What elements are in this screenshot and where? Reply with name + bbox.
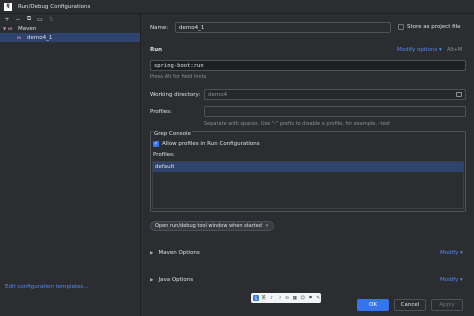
field-hint: Press Alt for field hints <box>150 74 207 80</box>
command-line-field[interactable]: spring-boot:run <box>150 60 466 71</box>
maven-icon: m <box>8 26 13 31</box>
modify-label: Modify <box>440 250 459 256</box>
config-sidebar: + − ⧉ ▭ ⇅ ▼ m Maven m demo4_1 Edit confi… <box>0 14 141 316</box>
sort-icon[interactable]: ⇅ <box>48 16 54 23</box>
tag-label: Open run/debug tool window when started <box>155 223 262 229</box>
edit-templates-link[interactable]: Edit configuration templates... <box>5 284 89 290</box>
folder-icon[interactable] <box>456 92 462 97</box>
profiles-field[interactable] <box>204 106 466 117</box>
tree-item-label: demo4_1 <box>27 34 53 41</box>
java-modify-link[interactable]: Modify ▾ <box>440 277 463 283</box>
add-icon[interactable]: + <box>4 16 10 23</box>
tree-item-demo4-1[interactable]: m demo4_1 <box>0 33 140 42</box>
app-icon: IJ <box>4 2 12 11</box>
tree-item-maven[interactable]: ▼ m Maven <box>0 24 140 33</box>
modify-options-label: Modify options <box>397 47 438 53</box>
name-label: Name: <box>150 25 169 31</box>
modify-options-link[interactable]: Modify options ▾ <box>397 47 442 53</box>
ime-emoji-icon[interactable]: ☺ <box>300 296 306 301</box>
ime-voice-icon[interactable]: ⊙ <box>284 296 290 301</box>
cancel-button[interactable]: Cancel <box>394 299 426 311</box>
ime-skin-icon[interactable]: ⚑ <box>307 296 313 301</box>
maven-modify-link[interactable]: Modify ▾ <box>440 250 463 256</box>
java-options-label: Java Options <box>158 277 194 283</box>
chevron-right-icon: ▶ <box>150 250 154 256</box>
chevron-down-icon: ▾ <box>459 277 463 283</box>
ok-button[interactable]: OK <box>357 299 389 311</box>
window-title: Run/Debug Configurations <box>18 3 91 10</box>
profiles-hint: Separate with spaces. Use "-" prefix to … <box>204 121 390 127</box>
title-bar: IJ Run/Debug Configurations <box>0 0 474 14</box>
store-label: Store as project file <box>407 24 461 30</box>
move-into-folder-icon[interactable]: ▭ <box>37 16 43 23</box>
allow-profiles-checkbox[interactable]: ✓ Allow profiles in Run Configurations <box>153 141 260 147</box>
maven-icon: m <box>17 35 22 40</box>
run-window-option-tag[interactable]: Open run/debug tool window when started … <box>150 221 274 231</box>
ime-lang-icon[interactable]: 英 <box>261 295 267 301</box>
ime-logo-icon[interactable]: S <box>253 295 259 301</box>
working-dir-value: demo4 <box>208 91 228 98</box>
working-dir-field[interactable]: demo4 <box>204 89 466 100</box>
name-field[interactable]: demo4_1 <box>175 22 391 33</box>
chevron-down-icon: ▾ <box>459 250 463 256</box>
remove-icon[interactable]: − <box>15 16 21 23</box>
check-icon: ✓ <box>153 141 159 147</box>
ime-toolbar: S 英 ♪ ☽ ⊙ ▦ ☺ ⚑ ✎ <box>251 293 321 303</box>
allow-profiles-label: Allow profiles in Run Configurations <box>162 141 260 147</box>
grep-console-group: Grep Console ✓ Allow profiles in Run Con… <box>150 131 466 212</box>
sidebar-toolbar: + − ⧉ ▭ ⇅ <box>0 14 140 24</box>
chevron-right-icon: ▶ <box>150 277 154 283</box>
modify-label: Modify <box>440 277 459 283</box>
grep-console-title: Grep Console <box>153 131 192 137</box>
tree-item-label: Maven <box>18 25 37 32</box>
profiles-label: Profiles: <box>150 109 172 115</box>
grep-profiles-label: Profiles: <box>153 152 175 158</box>
chevron-down-icon: ▾ <box>438 47 442 53</box>
copy-icon[interactable]: ⧉ <box>26 15 32 22</box>
maven-options-toggle[interactable]: ▶ Maven Options <box>150 250 200 256</box>
ime-moon-icon[interactable]: ☽ <box>276 296 282 301</box>
close-icon[interactable]: ✕ <box>265 224 269 229</box>
modify-shortcut: Alt+M <box>447 47 463 53</box>
ime-tools-icon[interactable]: ✎ <box>315 296 321 301</box>
apply-button[interactable]: Apply <box>431 299 463 311</box>
working-dir-label: Working directory: <box>150 92 201 98</box>
maven-options-label: Maven Options <box>158 250 200 256</box>
ime-keyboard-icon[interactable]: ▦ <box>292 296 298 301</box>
run-section-title: Run <box>150 47 163 53</box>
checkbox-icon <box>398 24 404 30</box>
list-item[interactable]: default <box>153 162 463 172</box>
store-as-project-checkbox[interactable]: Store as project file <box>398 24 460 30</box>
java-options-toggle[interactable]: ▶ Java Options <box>150 277 193 283</box>
grep-profiles-list[interactable]: default <box>152 161 464 209</box>
ime-punct-icon[interactable]: ♪ <box>269 296 275 301</box>
